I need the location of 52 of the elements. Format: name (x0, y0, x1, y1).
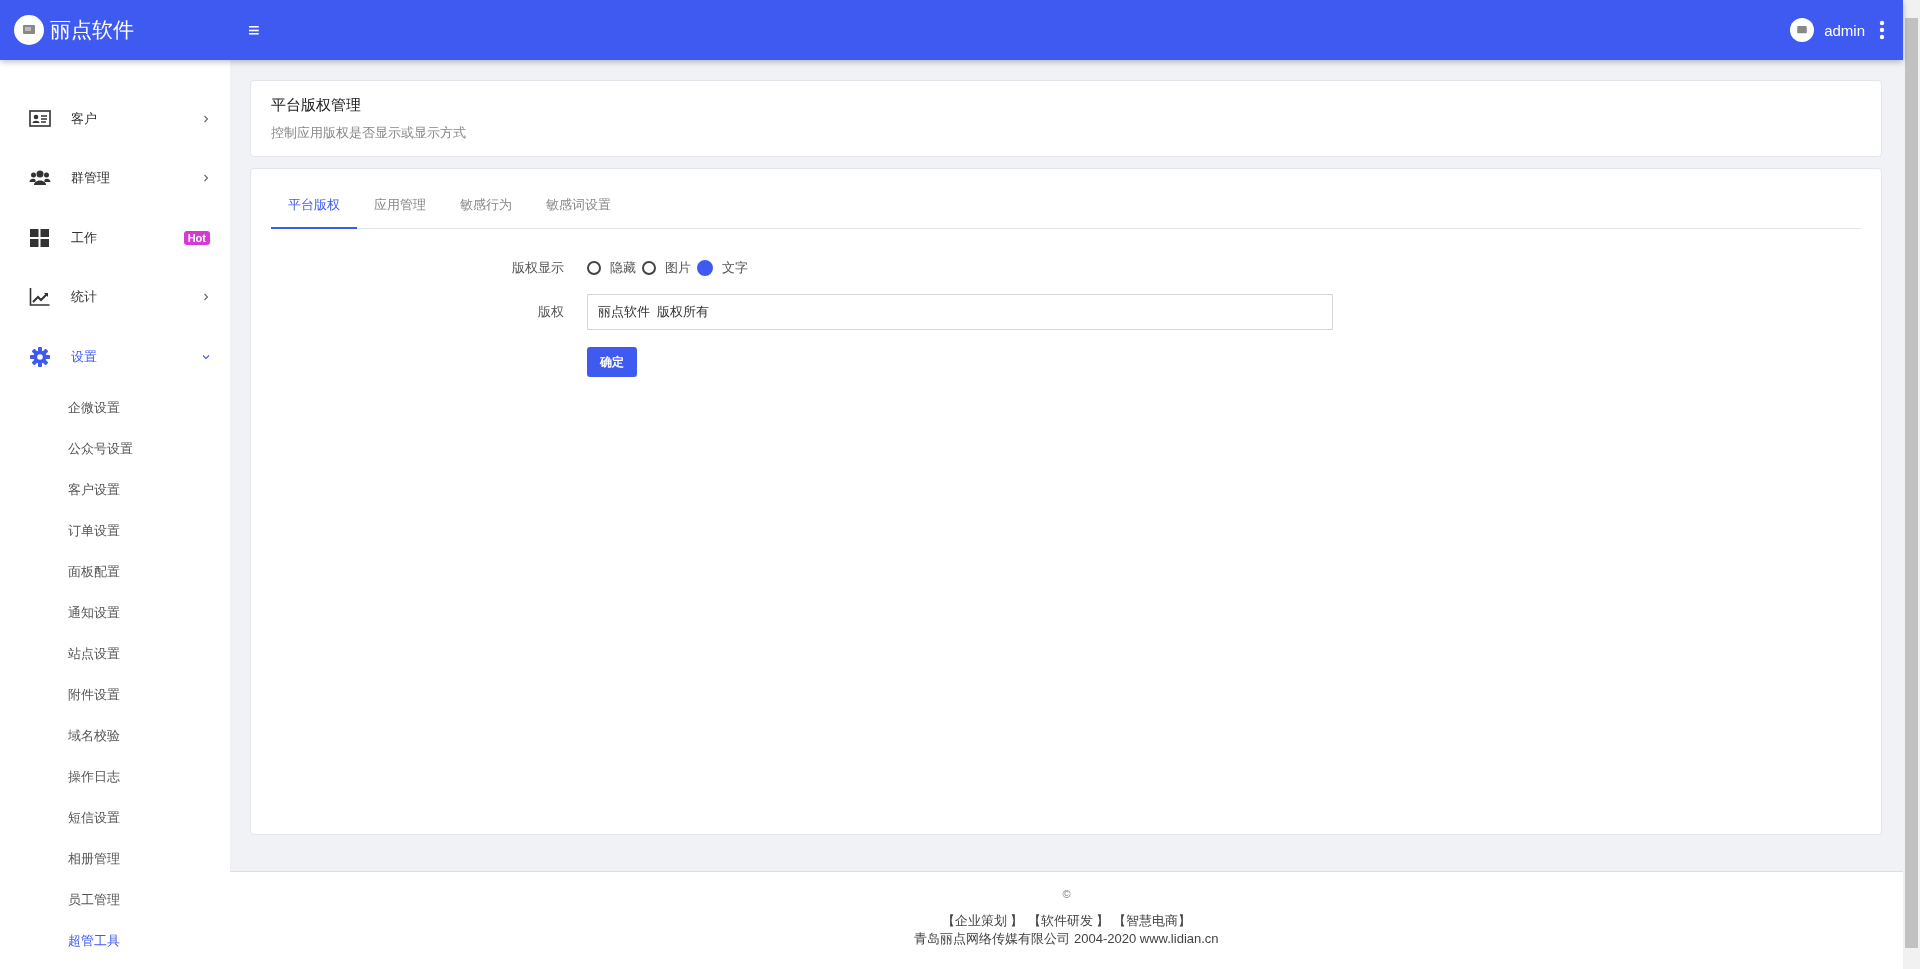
more-icon[interactable] (1879, 20, 1885, 40)
field-label: 版权 (537, 303, 564, 321)
page-subtitle: 控制应用版权是否显示或显示方式 (271, 124, 467, 142)
radio-label[interactable]: 隐藏 (610, 259, 636, 277)
sidebar-item[interactable]: 统计 (0, 267, 230, 327)
line-chart-icon (29, 286, 51, 309)
submenu-item[interactable]: 短信设置 (0, 796, 230, 838)
brand-name: 丽点软件 (50, 17, 134, 43)
tab[interactable]: 平台版权 (271, 184, 357, 229)
user-name[interactable]: admin (1824, 21, 1865, 39)
submenu-item[interactable]: 公众号设置 (0, 427, 230, 469)
submenu-item[interactable]: 企微设置 (0, 386, 230, 428)
menu-button[interactable]: ≡ (240, 18, 268, 42)
submenu-item[interactable]: 员工管理 (0, 878, 230, 920)
grid-icon (29, 226, 51, 249)
page-title: 平台版权管理 (271, 96, 362, 115)
confirm-button[interactable]: 确定 (587, 347, 637, 377)
radio-label[interactable]: 图片 (665, 259, 691, 277)
sidebar-item[interactable]: 客户 (0, 89, 230, 149)
copyright-field[interactable]: 丽点软件 版权所有 (587, 294, 1333, 330)
footer-link[interactable]: 【软件研发 】 (1027, 912, 1110, 930)
tab[interactable]: 敏感词设置 (529, 184, 628, 229)
sidebar-item[interactable]: 群管理 (0, 148, 230, 208)
submenu-item[interactable]: 超管工具 (0, 919, 230, 961)
copyright-symbol: © (1062, 888, 1071, 900)
id-card-icon (29, 107, 51, 130)
tab[interactable]: 应用管理 (357, 184, 443, 229)
submenu-item[interactable]: 面板配置 (0, 550, 230, 592)
submenu-item[interactable]: 相册管理 (0, 837, 230, 879)
radio-button[interactable] (587, 261, 601, 275)
logo-icon (14, 15, 44, 45)
sidebar-item[interactable]: 工作 Hot (0, 208, 230, 268)
submenu-item[interactable]: 操作日志 (0, 755, 230, 797)
hot-badge: Hot (183, 230, 210, 245)
radio-label[interactable]: 文字 (722, 259, 748, 277)
submenu-item[interactable]: 客户设置 (0, 468, 230, 510)
gear-icon (29, 345, 51, 368)
sidebar-item[interactable]: 设置 (0, 327, 230, 387)
submenu-item[interactable]: 订单设置 (0, 509, 230, 551)
scrollbar[interactable] (1905, 18, 1918, 948)
field-label: 版权显示 (511, 259, 564, 277)
radio-button[interactable] (642, 261, 656, 275)
avatar-icon (1790, 18, 1815, 42)
company-text: 青岛丽点网络传媒有限公司 2004-2020 www.lidian.cn (914, 930, 1219, 948)
submenu-item[interactable]: 附件设置 (0, 673, 230, 715)
submenu-item[interactable]: 通知设置 (0, 591, 230, 633)
footer-link[interactable]: 【企业策划 】 (941, 912, 1024, 930)
submenu-item[interactable]: 域名校验 (0, 714, 230, 756)
submenu-item[interactable]: 站点设置 (0, 632, 230, 674)
tab[interactable]: 敏感行为 (443, 184, 529, 229)
footer-link[interactable]: 【智慧电商】 (1113, 912, 1192, 930)
radio-button[interactable] (697, 260, 713, 276)
